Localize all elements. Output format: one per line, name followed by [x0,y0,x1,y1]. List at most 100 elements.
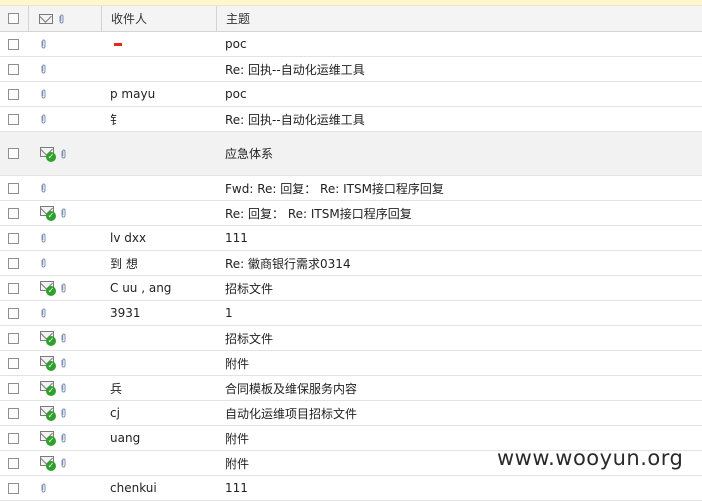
row-subject[interactable]: Re: 回执--自动化运维工具 [216,57,702,81]
row-checkbox-cell[interactable] [0,226,27,250]
row-checkbox[interactable] [8,88,19,100]
mail-row[interactable]: 到 想 Re: 徽商银行需求0314 [0,251,702,276]
row-checkbox-cell[interactable] [0,107,27,131]
attachment-icon [60,408,67,418]
mail-row[interactable]: ✓ Re: 回复： Re: ITSM接口程序回复 [0,201,702,226]
row-subject[interactable]: Fwd: Re: 回复： Re: ITSM接口程序回复 [216,176,702,200]
row-checkbox[interactable] [8,282,19,294]
mail-row[interactable]: Fwd: Re: 回复： Re: ITSM接口程序回复 [0,176,702,201]
row-recipient[interactable]: 兵 [101,376,215,400]
row-subject[interactable]: 合同模板及维保服务内容 [216,376,702,400]
row-checkbox-cell[interactable] [0,57,27,81]
row-recipient[interactable] [101,132,215,175]
row-checkbox[interactable] [8,148,19,159]
row-recipient[interactable] [101,57,215,81]
select-all-checkbox[interactable] [8,13,19,24]
row-checkbox[interactable] [8,457,19,469]
recipient-text: p mayu [110,87,156,101]
row-checkbox-cell[interactable] [0,32,27,56]
row-subject[interactable]: Re: 回复： Re: ITSM接口程序回复 [216,201,702,225]
row-checkbox[interactable] [8,232,19,244]
row-recipient[interactable]: 到 想 [101,251,215,275]
row-subject[interactable]: poc [216,82,702,106]
row-recipient[interactable] [101,326,215,350]
row-checkbox[interactable] [8,307,19,319]
row-recipient[interactable]: p mayu [101,82,215,106]
row-subject[interactable]: 附件 [216,351,702,375]
row-checkbox-cell[interactable] [0,301,27,325]
row-checkbox-cell[interactable] [0,326,27,350]
mail-row[interactable]: lv dxx 111 [0,226,702,251]
row-checkbox[interactable] [8,482,19,494]
row-checkbox[interactable] [8,182,19,194]
row-recipient[interactable]: chenkui [101,476,215,500]
row-subject[interactable]: 111 [216,476,702,500]
row-subject[interactable]: 招标文件 [216,276,702,300]
row-subject[interactable]: 招标文件 [216,326,702,350]
row-checkbox-cell[interactable] [0,476,27,500]
row-checkbox[interactable] [8,432,19,444]
subject-text: 附件 [225,456,250,471]
row-checkbox-cell[interactable] [0,132,27,175]
row-checkbox[interactable] [8,63,19,75]
row-checkbox[interactable] [8,38,19,50]
row-checkbox[interactable] [8,257,19,269]
row-recipient[interactable]: cj [101,401,215,425]
row-checkbox-cell[interactable] [0,251,27,275]
row-checkbox-cell[interactable] [0,351,27,375]
mail-row[interactable]: ✓ C uu , ang 招标文件 [0,276,702,301]
mail-row[interactable]: ✓ 招标文件 [0,326,702,351]
row-recipient[interactable] [101,32,215,56]
row-subject[interactable]: poc [216,32,702,56]
mail-row[interactable]: ✓ cj 自动化运维项目招标文件 [0,401,702,426]
row-checkbox-cell[interactable] [0,201,27,225]
subject-text: Re: 回复： Re: ITSM接口程序回复 [225,206,412,221]
row-checkbox[interactable] [8,357,19,369]
row-recipient[interactable] [101,351,215,375]
mail-row[interactable]: 3931 1 [0,301,702,326]
replied-envelope-icon: ✓ [40,406,58,421]
replied-envelope-icon: ✓ [40,331,58,346]
row-subject[interactable]: 自动化运维项目招标文件 [216,401,702,425]
mail-row[interactable]: Re: 回执--自动化运维工具 [0,57,702,82]
recipient-text: 钅 [110,112,123,127]
mail-row[interactable]: ✓ 应急体系 [0,132,702,176]
row-subject[interactable]: 111 [216,226,702,250]
subject-column-header[interactable]: 主题 [216,6,702,31]
row-subject[interactable]: 1 [216,301,702,325]
row-checkbox[interactable] [8,207,19,219]
subject-text: 合同模板及维保服务内容 [225,381,358,396]
mail-row[interactable]: ✓ 兵 合同模板及维保服务内容 [0,376,702,401]
select-all-cell[interactable] [0,6,27,31]
row-recipient[interactable] [101,201,215,225]
row-subject[interactable]: Re: 徽商银行需求0314 [216,251,702,275]
row-subject[interactable]: 应急体系 [216,132,702,175]
row-checkbox[interactable] [8,382,19,394]
row-checkbox-cell[interactable] [0,451,27,475]
row-checkbox[interactable] [8,407,19,419]
row-checkbox-cell[interactable] [0,82,27,106]
mail-row[interactable]: ✓ 附件 [0,351,702,376]
row-recipient[interactable]: uang [101,426,215,450]
subject-text: 附件 [225,431,250,446]
row-subject[interactable]: Re: 回执--自动化运维工具 [216,107,702,131]
mail-row[interactable]: p mayu poc [0,82,702,107]
row-checkbox-cell[interactable] [0,426,27,450]
row-recipient[interactable]: 3931 [101,301,215,325]
row-recipient[interactable] [101,451,215,475]
header-icons-column[interactable] [28,6,100,31]
row-checkbox-cell[interactable] [0,176,27,200]
row-recipient[interactable]: 钅 [101,107,215,131]
row-checkbox[interactable] [8,332,19,344]
mail-row[interactable]: 钅 Re: 回执--自动化运维工具 [0,107,702,132]
mail-row[interactable]: chenkui 111 [0,476,702,501]
mail-row[interactable]: poc [0,32,702,57]
row-checkbox[interactable] [8,113,19,125]
row-recipient[interactable] [101,176,215,200]
row-recipient[interactable]: lv dxx [101,226,215,250]
row-recipient[interactable]: C uu , ang [101,276,215,300]
row-checkbox-cell[interactable] [0,401,27,425]
row-checkbox-cell[interactable] [0,276,27,300]
row-checkbox-cell[interactable] [0,376,27,400]
recipient-column-header[interactable]: 收件人 [101,6,215,31]
